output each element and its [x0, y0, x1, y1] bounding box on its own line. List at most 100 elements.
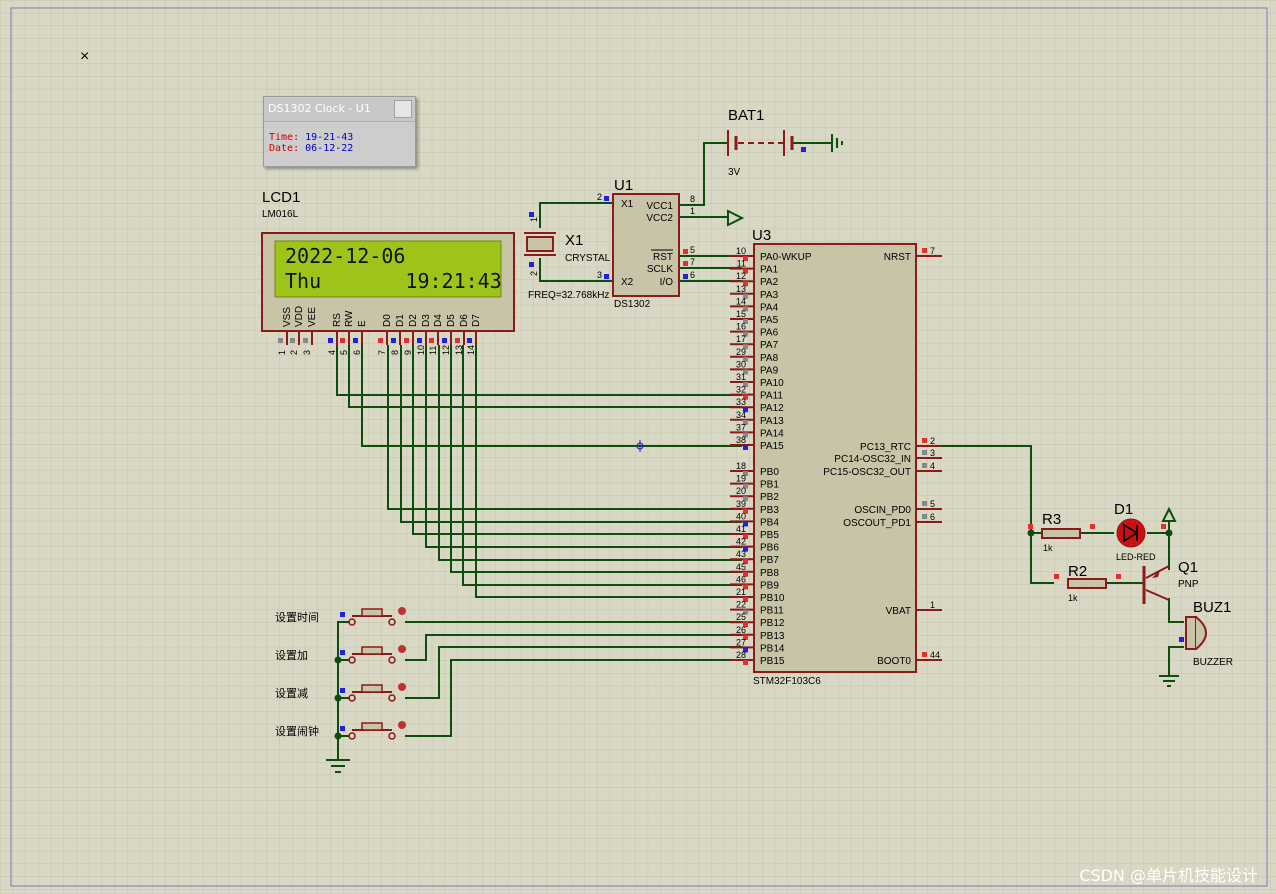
- close-mark-icon[interactable]: ×: [80, 48, 89, 65]
- lcd-pin-number: 14: [466, 345, 476, 355]
- lcd-pin-number: 8: [390, 350, 400, 355]
- button-cap[interactable]: [361, 646, 383, 655]
- u3-pin-number: 39: [736, 499, 746, 509]
- u3-pin-number: 15: [736, 309, 746, 319]
- u1-pin-name: X1: [621, 199, 634, 210]
- u3-pin-name: PA1: [760, 265, 779, 276]
- u3-pin-number: 16: [736, 322, 746, 332]
- lcd-pin-name: RW: [344, 310, 355, 327]
- lcd-pin-name: D3: [421, 314, 432, 327]
- popup-time-label: Time:: [269, 132, 300, 143]
- lcd-pin-state: [353, 338, 358, 343]
- button-pin-state: [340, 688, 345, 693]
- u3-pin-number: 10: [736, 246, 746, 256]
- popup-close-icon[interactable]: [394, 100, 412, 118]
- u3-pin-name: BOOT0: [877, 656, 911, 667]
- r3-body: [1041, 528, 1081, 539]
- lcd-pin-number: 12: [441, 345, 451, 355]
- schematic-canvas[interactable]: × LCD1 LM016L 2022-12-06 Thu 19:21:43 VS…: [0, 0, 1276, 894]
- u1-pin-number: 2: [597, 192, 602, 202]
- lcd-pin-state: [290, 338, 295, 343]
- popup-time-value: 19-21-43: [305, 132, 354, 143]
- button-cap[interactable]: [361, 608, 383, 617]
- lcd-pin-name: RS: [332, 313, 343, 327]
- u1-ref-label: U1: [614, 177, 633, 194]
- u3-pin-name: PC14-OSC32_IN: [834, 454, 911, 465]
- u3-pin-name: PB7: [760, 555, 779, 566]
- u3-pin-name: PA11: [760, 391, 783, 402]
- u3-pin-number: 41: [736, 524, 746, 534]
- lcd-model-label: LM016L: [262, 209, 299, 220]
- lcd-pin-state: [303, 338, 308, 343]
- u3-pin-name: PB8: [760, 568, 779, 579]
- crystal-ref-label: X1: [565, 232, 583, 249]
- u3-pin-name: PB11: [760, 606, 784, 617]
- button-label: 设置时间: [275, 611, 319, 624]
- u3-pin-name: PB1: [760, 480, 779, 491]
- u3-pin-number: 27: [736, 637, 746, 647]
- r2-value-label: 1k: [1068, 593, 1078, 603]
- button-cap[interactable]: [361, 684, 383, 693]
- u3-pin-name: PB12: [760, 618, 785, 629]
- lcd-ref-label: LCD1: [262, 189, 300, 206]
- lcd-pin-number: 10: [416, 345, 426, 355]
- u3-pin-state: [743, 660, 748, 665]
- u1-pin-number: 6: [690, 270, 695, 280]
- lcd-pin-name: D7: [471, 314, 482, 327]
- u3-pin-number: 4: [930, 461, 935, 471]
- u3-pin-name: PB5: [760, 530, 779, 541]
- u3-pin-name: PA0-WKUP: [760, 252, 812, 263]
- lcd-pin-state: [404, 338, 409, 343]
- lcd-pin-state: [391, 338, 396, 343]
- crystal-pin1-label: 1: [529, 217, 539, 222]
- lcd-pin-state: [378, 338, 383, 343]
- lcd-pin-number: 3: [302, 350, 312, 355]
- u3-pin-number: 14: [736, 296, 746, 306]
- lcd-pin-number: 1: [277, 350, 287, 355]
- u3-pin-number: 17: [736, 334, 746, 344]
- r2-body: [1067, 578, 1107, 589]
- u3-pin-state: [922, 248, 927, 253]
- u1-pin-name: RST: [653, 252, 673, 263]
- u3-pin-number: 45: [736, 562, 746, 572]
- lcd-pin-state: [278, 338, 283, 343]
- lcd-pin-state: [429, 338, 434, 343]
- u3-pin-number: 20: [736, 486, 746, 496]
- u3-pin-number: 25: [736, 612, 746, 622]
- u3-pin-state: [743, 445, 748, 450]
- button-pin-state: [340, 726, 345, 731]
- lcd-pin-name: D5: [446, 314, 457, 327]
- ds1302-clock-popup[interactable]: DS1302 Clock - U1 Time: 19-21-43 Date: 0…: [263, 96, 416, 167]
- lcd-line-1: 2022-12-06: [285, 244, 405, 268]
- lcd-pin-name: VEE: [307, 307, 318, 327]
- u1-pin-state: [683, 274, 688, 279]
- u3-pin-name: PB0: [760, 467, 779, 478]
- u1-pin-number: 1: [690, 206, 695, 216]
- u1-pin-number: 8: [690, 194, 695, 204]
- u1-pin-number: 5: [690, 245, 695, 255]
- u3-stm32-component[interactable]: U3 STM32F103C6 PA0-WKUP10PA111PA212PA313…: [730, 227, 942, 687]
- u3-pin-number: 38: [736, 435, 746, 445]
- lcd-pin-number: 9: [403, 350, 413, 355]
- u1-pin-state: [604, 196, 609, 201]
- popup-date-value: 06-12-22: [305, 143, 354, 154]
- lcd-pin-name: VSS: [282, 307, 293, 327]
- crystal-body: [526, 236, 554, 252]
- u3-pin-number: 33: [736, 397, 746, 407]
- u3-pin-name: OSCIN_PD0: [854, 505, 911, 516]
- u3-pin-state: [922, 438, 927, 443]
- u1-pin-number: 7: [690, 257, 695, 267]
- u1-pin-name: X2: [621, 277, 634, 288]
- u3-pin-number: 40: [736, 511, 746, 521]
- lcd-pin-number: 4: [327, 350, 337, 355]
- button-label: 设置加: [275, 649, 308, 662]
- lcd-pin-state: [417, 338, 422, 343]
- u3-pin-number: 37: [736, 422, 746, 432]
- u3-pin-number: 31: [736, 372, 746, 382]
- popup-date-label: Date:: [269, 143, 300, 154]
- u1-pin-state: [683, 261, 688, 266]
- lcd-pin-number: 5: [339, 350, 349, 355]
- button-cap[interactable]: [361, 722, 383, 731]
- buzzer-type-label: BUZZER: [1193, 657, 1233, 668]
- u3-pin-state: [922, 450, 927, 455]
